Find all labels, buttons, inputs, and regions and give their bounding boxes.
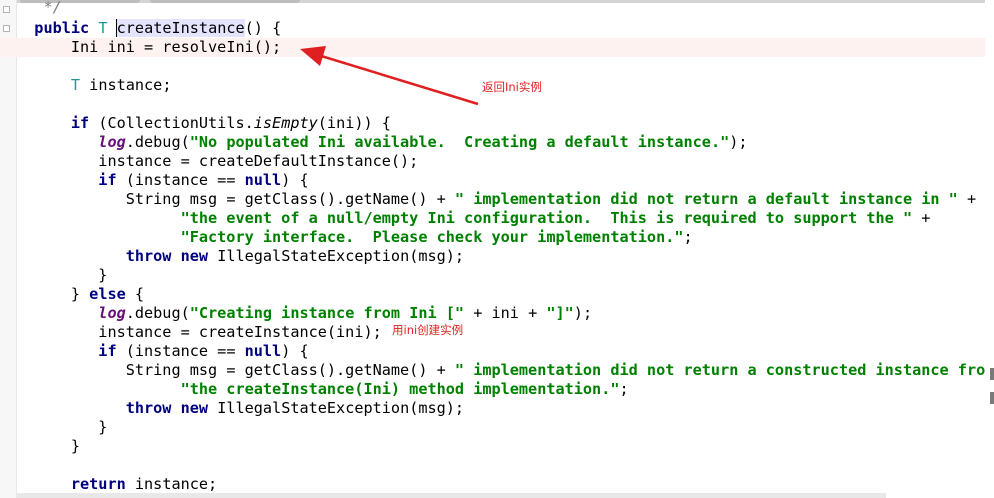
annotation-arrow-shaft: [317, 53, 479, 106]
annotation-return-ini: 返回Ini实例: [482, 80, 542, 94]
horizontal-scrollbar[interactable]: [16, 493, 886, 498]
error-stripe-marker[interactable]: [990, 392, 994, 404]
annotation-create-with-ini: 用ini创建实例: [392, 323, 464, 337]
vertical-scrollbar[interactable]: [985, 0, 994, 498]
annotation-arrow-head: [300, 46, 326, 66]
error-stripe-marker[interactable]: [990, 368, 994, 380]
annotation-arrow: [300, 46, 479, 106]
